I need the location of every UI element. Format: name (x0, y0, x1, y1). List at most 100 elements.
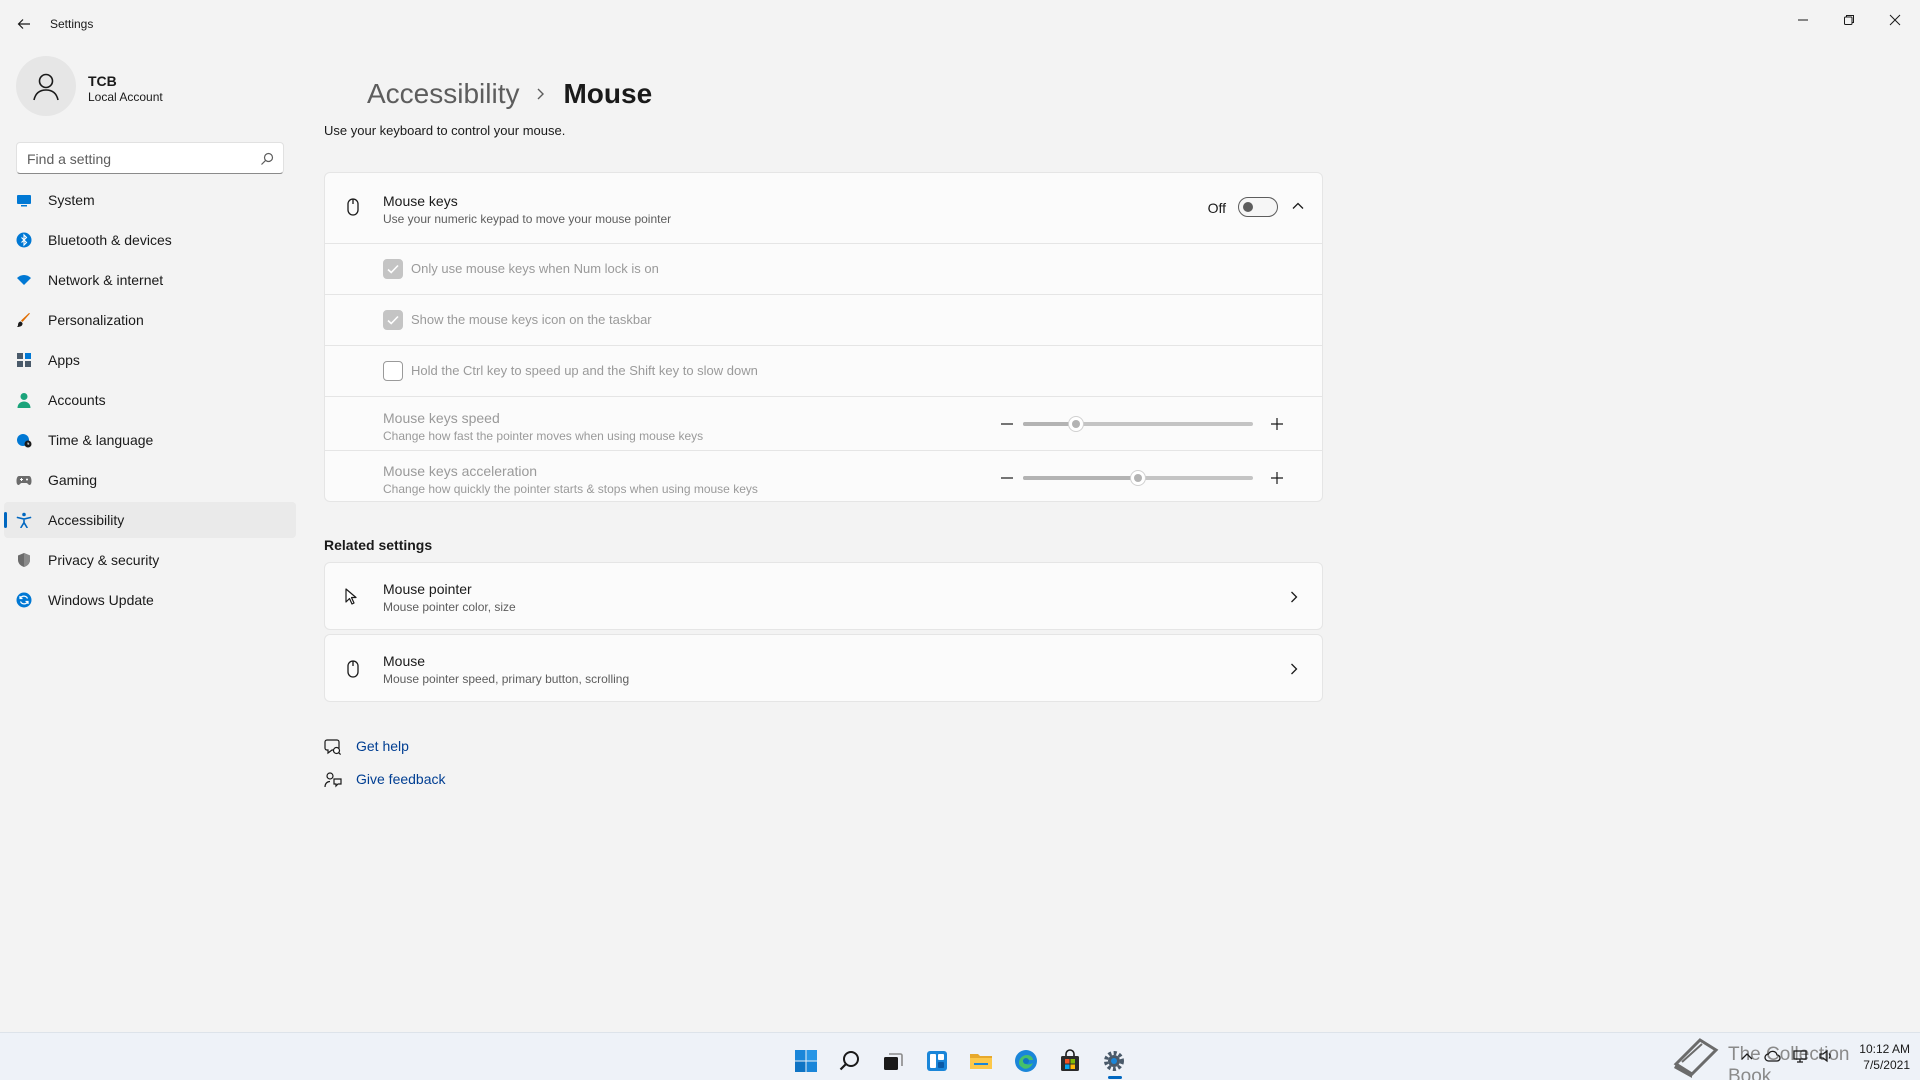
sidebar-item-apps[interactable]: Apps (4, 342, 296, 378)
back-button[interactable] (12, 12, 36, 36)
page-title: Mouse (563, 78, 653, 109)
folder-icon (970, 1054, 992, 1069)
cursor-icon (345, 588, 357, 605)
num-lock-checkbox[interactable] (383, 259, 403, 279)
clock[interactable]: 10:12 AM 7/5/2021 (1859, 1041, 1910, 1073)
sidebar-item-windows-update[interactable]: Windows Update (4, 582, 296, 618)
sidebar-item-time-language[interactable]: Time & language (4, 422, 296, 458)
speed-slider-thumb[interactable] (1067, 416, 1084, 432)
restore-button[interactable] (1826, 4, 1872, 36)
give-feedback-link[interactable]: Give feedback (324, 767, 524, 791)
clock-date: 7/5/2021 (1863, 1058, 1910, 1072)
feedback-icon (324, 772, 342, 788)
search-input[interactable] (27, 149, 247, 169)
task-view-icon (884, 1053, 903, 1070)
sidebar-item-accounts[interactable]: Accounts (4, 382, 296, 418)
related-mouse[interactable]: Mouse Mouse pointer speed, primary butto… (324, 634, 1323, 702)
file-explorer-button[interactable] (961, 1041, 1001, 1080)
search-box[interactable] (16, 142, 284, 174)
speed-subtitle: Change how fast the pointer moves when u… (383, 429, 704, 443)
sidebar-item-bluetooth[interactable]: Bluetooth & devices (4, 222, 296, 258)
wifi-icon (17, 275, 31, 285)
speed-slider[interactable] (1023, 416, 1253, 432)
sidebar-item-label: System (48, 192, 95, 208)
checkmark-icon (387, 264, 399, 274)
mouse-keys-toggle[interactable] (1238, 197, 1278, 217)
chevron-right-icon (1291, 591, 1298, 603)
cloud-icon[interactable] (1764, 1048, 1782, 1064)
give-feedback-label: Give feedback (356, 771, 446, 787)
apps-grid-icon (17, 353, 31, 367)
sidebar-item-label: Accounts (48, 392, 106, 408)
toggle-knob (1243, 202, 1253, 212)
book-logo-icon (1673, 1038, 1719, 1078)
sidebar-item-gaming[interactable]: Gaming (4, 462, 296, 498)
settings-app-button[interactable] (1094, 1041, 1134, 1080)
speed-increase-icon[interactable] (1269, 416, 1285, 432)
option-row-ctrl-shift: Hold the Ctrl key to speed up and the Sh… (325, 345, 1322, 396)
breadcrumb: Accessibility Mouse (367, 78, 652, 110)
store-button[interactable] (1050, 1041, 1090, 1080)
related-item-subtitle: Mouse pointer speed, primary button, scr… (383, 672, 630, 686)
sidebar-item-system[interactable]: System (4, 182, 296, 218)
sidebar-item-network[interactable]: Network & internet (4, 262, 296, 298)
restore-icon (1844, 15, 1854, 25)
shield-icon (18, 553, 30, 567)
mouse-icon (347, 660, 359, 678)
sidebar-item-privacy[interactable]: Privacy & security (4, 542, 296, 578)
network-icon[interactable] (1792, 1048, 1808, 1064)
back-arrow-icon (17, 19, 30, 29)
search-icon[interactable] (259, 151, 275, 167)
mouse-keys-acceleration-row: Mouse keys acceleration Change how quick… (325, 450, 1322, 503)
clock-time: 10:12 AM (1859, 1042, 1910, 1056)
accessibility-icon (16, 512, 32, 528)
minimize-button[interactable] (1780, 4, 1826, 36)
checkmark-icon (387, 315, 399, 325)
monitor-icon (17, 195, 31, 207)
close-button[interactable] (1872, 4, 1918, 36)
breadcrumb-parent-link[interactable]: Accessibility (367, 78, 519, 110)
speed-decrease-icon[interactable] (999, 416, 1015, 432)
acceleration-decrease-icon[interactable] (999, 470, 1015, 486)
chevron-up-icon[interactable] (1740, 1048, 1754, 1064)
profile-account-type: Local Account (88, 90, 163, 104)
windows-logo-icon (795, 1050, 817, 1072)
update-icon (16, 592, 32, 608)
user-profile[interactable]: TCB Local Account (16, 56, 296, 120)
mouse-keys-subtitle: Use your numeric keypad to move your mou… (383, 212, 672, 226)
sidebar-item-label: Time & language (48, 432, 154, 448)
edge-browser-button[interactable] (1006, 1041, 1046, 1080)
mouse-keys-header[interactable]: Mouse keys Use your numeric keypad to mo… (325, 173, 1322, 243)
chevron-right-icon (535, 87, 547, 101)
minimize-icon (1798, 19, 1808, 21)
taskbar-icon-label: Show the mouse keys icon on the taskbar (411, 312, 652, 327)
close-icon (1889, 14, 1901, 26)
mouse-keys-title: Mouse keys (383, 193, 458, 209)
acceleration-slider[interactable] (1023, 470, 1253, 486)
sidebar-item-label: Personalization (48, 312, 144, 328)
widgets-button[interactable] (917, 1041, 957, 1080)
window-title: Settings (50, 17, 94, 31)
account-icon (17, 393, 31, 408)
ctrl-shift-checkbox[interactable] (383, 361, 403, 381)
gear-icon (1104, 1051, 1124, 1071)
volume-icon[interactable] (1818, 1048, 1834, 1064)
related-mouse-pointer[interactable]: Mouse pointer Mouse pointer color, size (324, 562, 1323, 630)
sidebar-item-accessibility[interactable]: Accessibility (4, 502, 296, 538)
edge-icon (1015, 1050, 1037, 1072)
ctrl-shift-label: Hold the Ctrl key to speed up and the Sh… (411, 363, 758, 378)
acceleration-increase-icon[interactable] (1269, 470, 1285, 486)
start-button[interactable] (786, 1041, 826, 1080)
mouse-keys-expander: Mouse keys Use your numeric keypad to mo… (324, 172, 1323, 502)
page-description: Use your keyboard to control your mouse. (324, 123, 566, 138)
get-help-link[interactable]: Get help (324, 734, 524, 758)
acceleration-title: Mouse keys acceleration (383, 463, 538, 479)
sidebar-item-label: Bluetooth & devices (48, 232, 172, 248)
acceleration-slider-thumb[interactable] (1130, 470, 1146, 486)
chevron-up-icon[interactable] (1288, 196, 1308, 216)
taskbar-icon-checkbox[interactable] (383, 310, 403, 330)
sidebar-item-personalization[interactable]: Personalization (4, 302, 296, 338)
task-view-button[interactable] (873, 1041, 913, 1080)
sidebar-item-label: Apps (48, 352, 80, 368)
taskbar-search-button[interactable] (830, 1041, 870, 1080)
